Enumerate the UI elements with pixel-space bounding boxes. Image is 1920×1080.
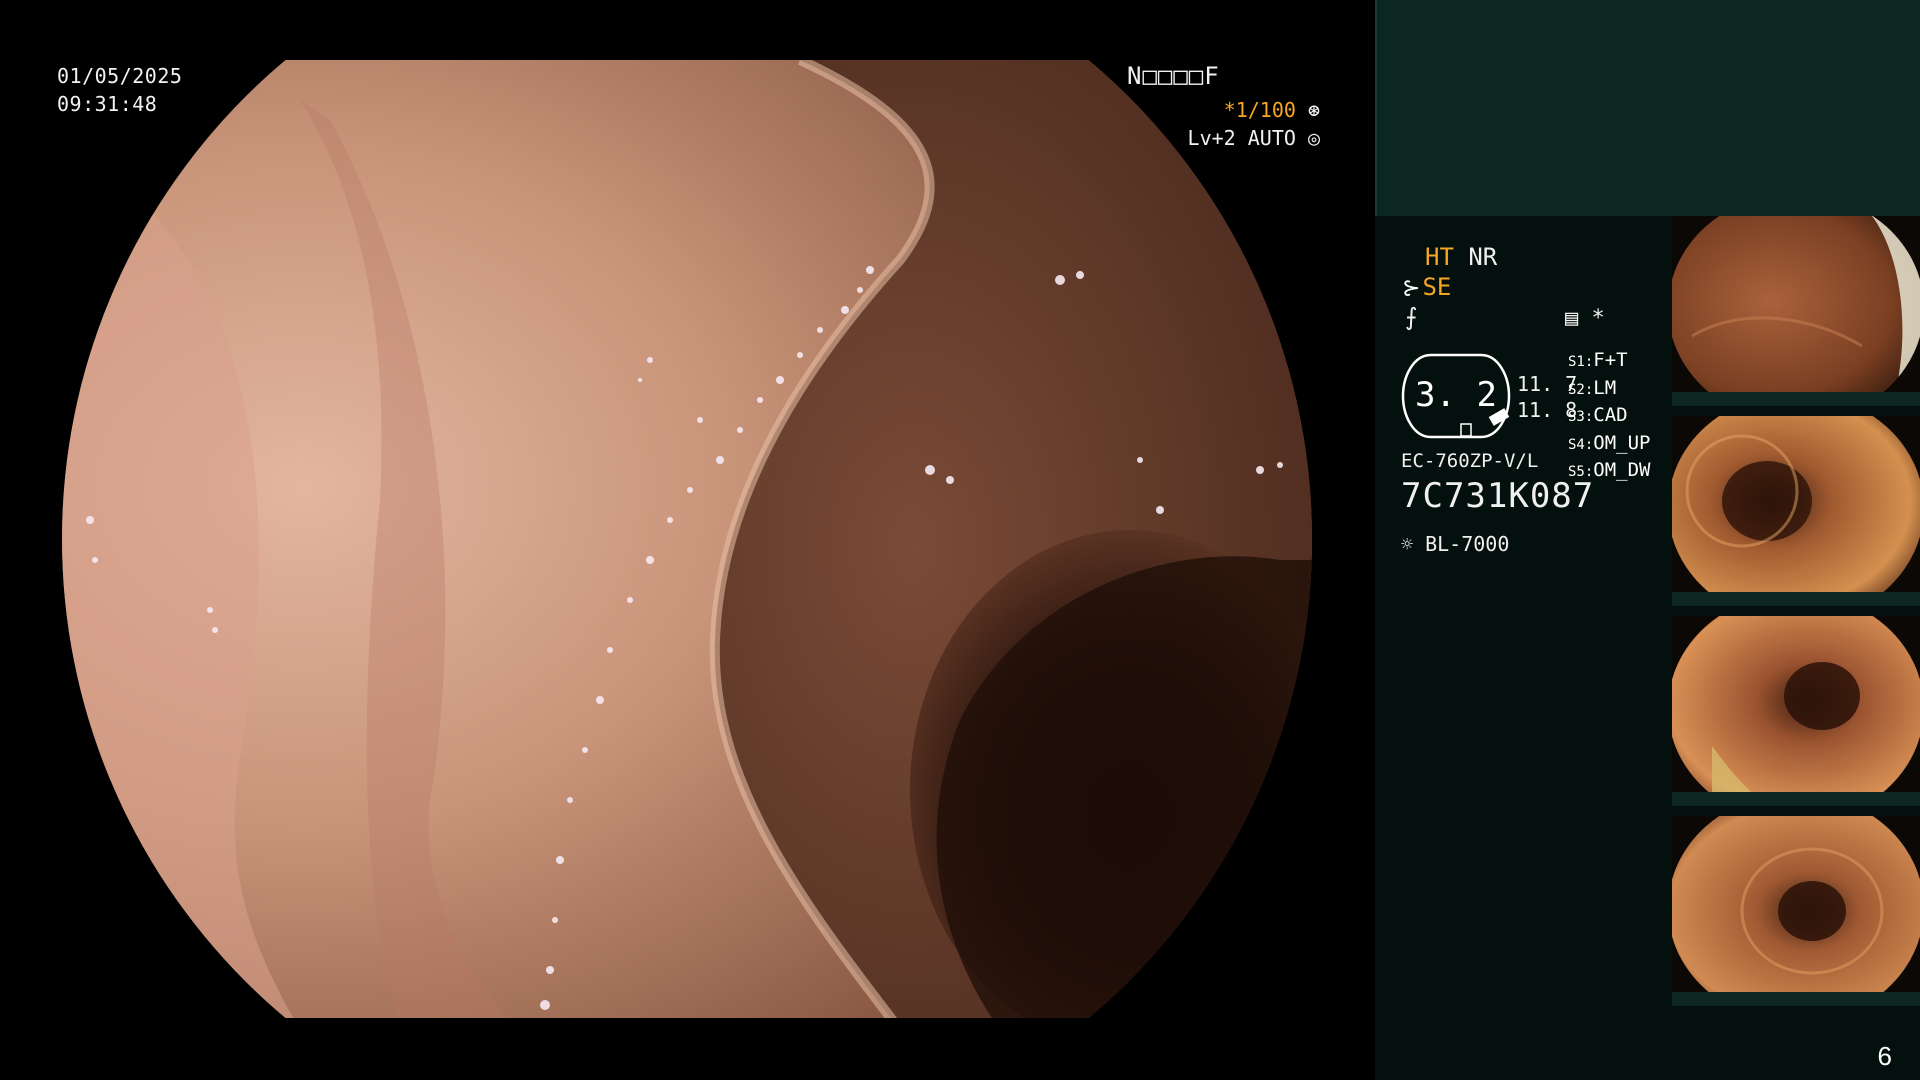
shutter-text: *1/100 <box>1223 98 1296 122</box>
structure-enhance: ⊱SE <box>1402 273 1451 301</box>
thumbnail-3[interactable] <box>1672 616 1920 806</box>
aperture-icon: ⊛ <box>1307 98 1320 122</box>
thumbnail-4[interactable] <box>1672 816 1920 1006</box>
date-time-display: 01/05/2025 09:31:48 <box>57 62 182 118</box>
thumbnail-1[interactable] <box>1672 216 1920 406</box>
panel-header-area <box>1375 0 1920 216</box>
memory-icon: ▤ <box>1565 306 1579 331</box>
light-source-text: BL-7000 <box>1425 532 1510 556</box>
endoscope-image <box>62 60 1312 1018</box>
memory-mark: * <box>1591 306 1605 331</box>
endoscope-view: 01/05/2025 09:31:48 N□□□□F *1/100 ⊛ Lv+2… <box>0 0 1375 1080</box>
processing-modes: HT NR <box>1425 243 1497 271</box>
se-indicator: SE <box>1422 273 1452 301</box>
shutter-speed: *1/100 ⊛ <box>1190 98 1320 122</box>
enhance-icon: ⊱ <box>1402 276 1421 301</box>
brightness-level: Lv+2 AUTO ◎ <box>1180 126 1320 150</box>
light-source-icon: ☼ <box>1401 532 1414 556</box>
patient-code: N□□□□F <box>1127 62 1220 90</box>
zoom-value: 3. 2 <box>1415 375 1497 415</box>
thumbnail-2[interactable] <box>1672 416 1920 606</box>
setting-s1: S1:F+T <box>1568 349 1628 371</box>
iris-icon: ◎ <box>1307 126 1320 150</box>
nr-indicator: NR <box>1468 243 1498 271</box>
switch-settings-list: S1:F+T S2:LM S3:CAD S4:OM_UP S5:OM_DW <box>1568 348 1651 486</box>
light-source: ☼ BL-7000 <box>1401 532 1509 556</box>
freeze-icon: ⨍ <box>1405 303 1418 331</box>
scope-serial: 7C731K087 <box>1401 476 1595 516</box>
level-text: Lv+2 AUTO <box>1187 126 1296 150</box>
date-text: 01/05/2025 <box>57 64 183 88</box>
ht-indicator: HT <box>1425 243 1454 271</box>
page-number: 6 <box>1877 1041 1892 1071</box>
scope-model: EC-760ZP-V/L <box>1401 450 1539 472</box>
setting-s3: S3:CAD <box>1568 404 1628 426</box>
setting-s4: S4:OM_UP <box>1568 431 1651 454</box>
memory-indicator: ▤ * <box>1565 306 1605 331</box>
time-text: 09:31:48 <box>57 92 158 116</box>
setting-s2: S2:LM <box>1568 376 1617 399</box>
